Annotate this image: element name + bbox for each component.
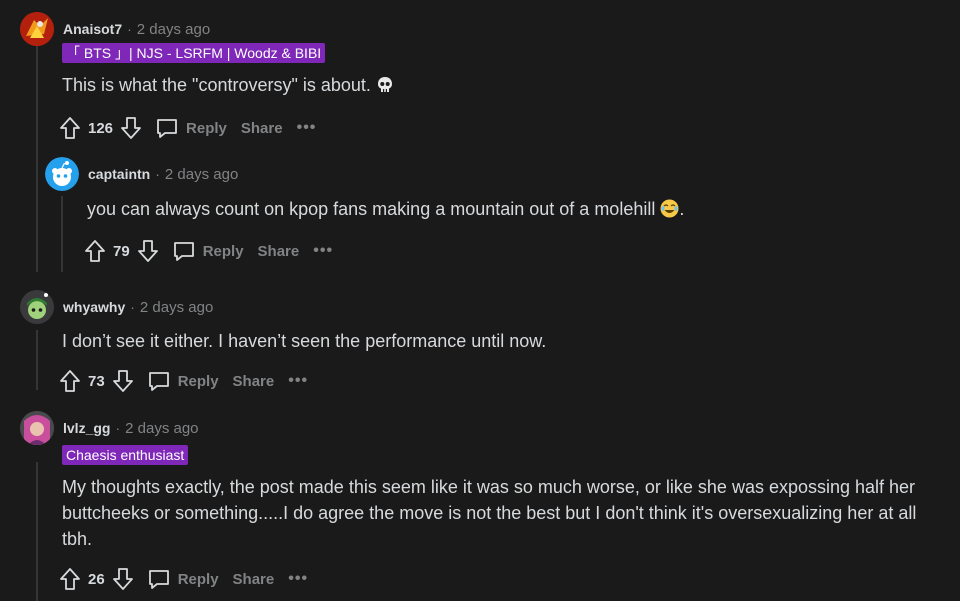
- separator-dot: ·: [115, 420, 121, 436]
- more-options-button[interactable]: •••: [288, 570, 308, 588]
- comment-actions: 26 Reply Share •••: [58, 564, 950, 594]
- reply-label: Reply: [202, 242, 244, 260]
- separator-dot: ·: [155, 166, 160, 182]
- user-flair: Chaesis enthusiast: [62, 445, 189, 465]
- timestamp[interactable]: 2 days ago: [140, 299, 213, 316]
- avatar-image: [20, 290, 54, 324]
- comment-actions: 126 Reply Share •••: [58, 113, 940, 143]
- comment: captaintn · 2 days ago you can always co…: [45, 157, 925, 266]
- comment: lvlz_gg · 2 days ago Chaesis enthusiast …: [20, 411, 950, 594]
- comment-text-suffix: .: [679, 199, 685, 219]
- more-options-button[interactable]: •••: [288, 372, 308, 390]
- reply-button[interactable]: Reply: [172, 239, 244, 263]
- comment-actions: 73 Reply Share •••: [58, 366, 940, 396]
- user-flair: 「 BTS 」| NJS - LSRFM | Woodz & BIBI: [62, 43, 326, 63]
- avatar[interactable]: [20, 411, 54, 445]
- comment: Anaisot7 · 2 days ago 「 BTS 」| NJS - LSR…: [20, 12, 940, 143]
- share-button[interactable]: Share: [233, 373, 275, 390]
- share-button[interactable]: Share: [241, 120, 283, 137]
- reply-label: Reply: [177, 372, 219, 390]
- comment-meta: lvlz_gg · 2 days ago: [63, 420, 199, 437]
- comment-body: My thoughts exactly, the post made this …: [62, 474, 942, 552]
- comment-body: This is what the "controversy" is about.: [62, 72, 940, 101]
- downvote-icon[interactable]: [111, 369, 135, 393]
- upvote-icon[interactable]: [58, 369, 82, 393]
- comment: whyawhy · 2 days ago I don’t see it eith…: [20, 290, 940, 396]
- author-name[interactable]: whyawhy: [63, 299, 125, 315]
- vote-score: 79: [113, 242, 130, 260]
- comment-text: This is what the "controversy" is about.: [62, 75, 371, 95]
- comment-actions: 79 Reply Share •••: [83, 236, 925, 266]
- author-name[interactable]: Anaisot7: [63, 21, 122, 37]
- share-button[interactable]: Share: [233, 571, 275, 588]
- downvote-icon[interactable]: [111, 567, 135, 591]
- comment-body: I don’t see it either. I haven’t seen th…: [62, 328, 940, 354]
- timestamp[interactable]: 2 days ago: [125, 420, 198, 437]
- author-name[interactable]: captaintn: [88, 166, 150, 182]
- reply-label: Reply: [186, 119, 227, 137]
- comment-text: you can always count on kpop fans making…: [87, 199, 656, 219]
- reply-label: Reply: [177, 570, 219, 588]
- more-options-button[interactable]: •••: [297, 119, 317, 137]
- reply-button[interactable]: Reply: [155, 116, 227, 140]
- comment-header: captaintn · 2 days ago: [45, 157, 925, 191]
- upvote-icon[interactable]: [83, 239, 107, 263]
- reply-button[interactable]: Reply: [147, 567, 219, 591]
- vote-score: 26: [88, 570, 105, 588]
- comment-meta: whyawhy · 2 days ago: [63, 299, 213, 316]
- avatar-image: [45, 157, 79, 191]
- avatar-image: [20, 12, 54, 46]
- comment-text: I don’t see it either. I haven’t seen th…: [62, 331, 547, 351]
- share-button[interactable]: Share: [258, 243, 300, 260]
- skull-emoji-icon: [376, 75, 394, 101]
- comment-header: Anaisot7 · 2 days ago: [20, 12, 940, 46]
- comment-meta: Anaisot7 · 2 days ago: [63, 21, 210, 38]
- vote-score: 126: [88, 119, 114, 137]
- avatar-image: [20, 411, 54, 445]
- joy-emoji-icon: [660, 199, 679, 225]
- comment-meta: captaintn · 2 days ago: [88, 166, 238, 183]
- comment-body: you can always count on kpop fans making…: [87, 196, 925, 225]
- avatar[interactable]: [20, 12, 54, 46]
- author-name[interactable]: lvlz_gg: [63, 420, 110, 436]
- timestamp[interactable]: 2 days ago: [137, 21, 210, 38]
- comment-text: My thoughts exactly, the post made this …: [62, 477, 917, 549]
- comment-header: whyawhy · 2 days ago: [20, 290, 940, 324]
- comment-header: lvlz_gg · 2 days ago: [20, 411, 950, 445]
- chat-bubble-icon: [148, 570, 169, 589]
- chat-bubble-icon: [148, 372, 169, 391]
- upvote-icon[interactable]: [58, 567, 82, 591]
- chat-bubble-icon: [157, 119, 177, 138]
- downvote-icon[interactable]: [119, 116, 143, 140]
- timestamp[interactable]: 2 days ago: [165, 166, 238, 183]
- separator-dot: ·: [130, 299, 135, 315]
- vote-score: 73: [88, 372, 105, 390]
- avatar[interactable]: [20, 290, 54, 324]
- upvote-icon[interactable]: [58, 116, 82, 140]
- more-options-button[interactable]: •••: [313, 242, 333, 260]
- reply-button[interactable]: Reply: [147, 369, 219, 393]
- chat-bubble-icon: [173, 242, 194, 261]
- downvote-icon[interactable]: [136, 239, 160, 263]
- separator-dot: ·: [127, 21, 132, 37]
- avatar[interactable]: [45, 157, 79, 191]
